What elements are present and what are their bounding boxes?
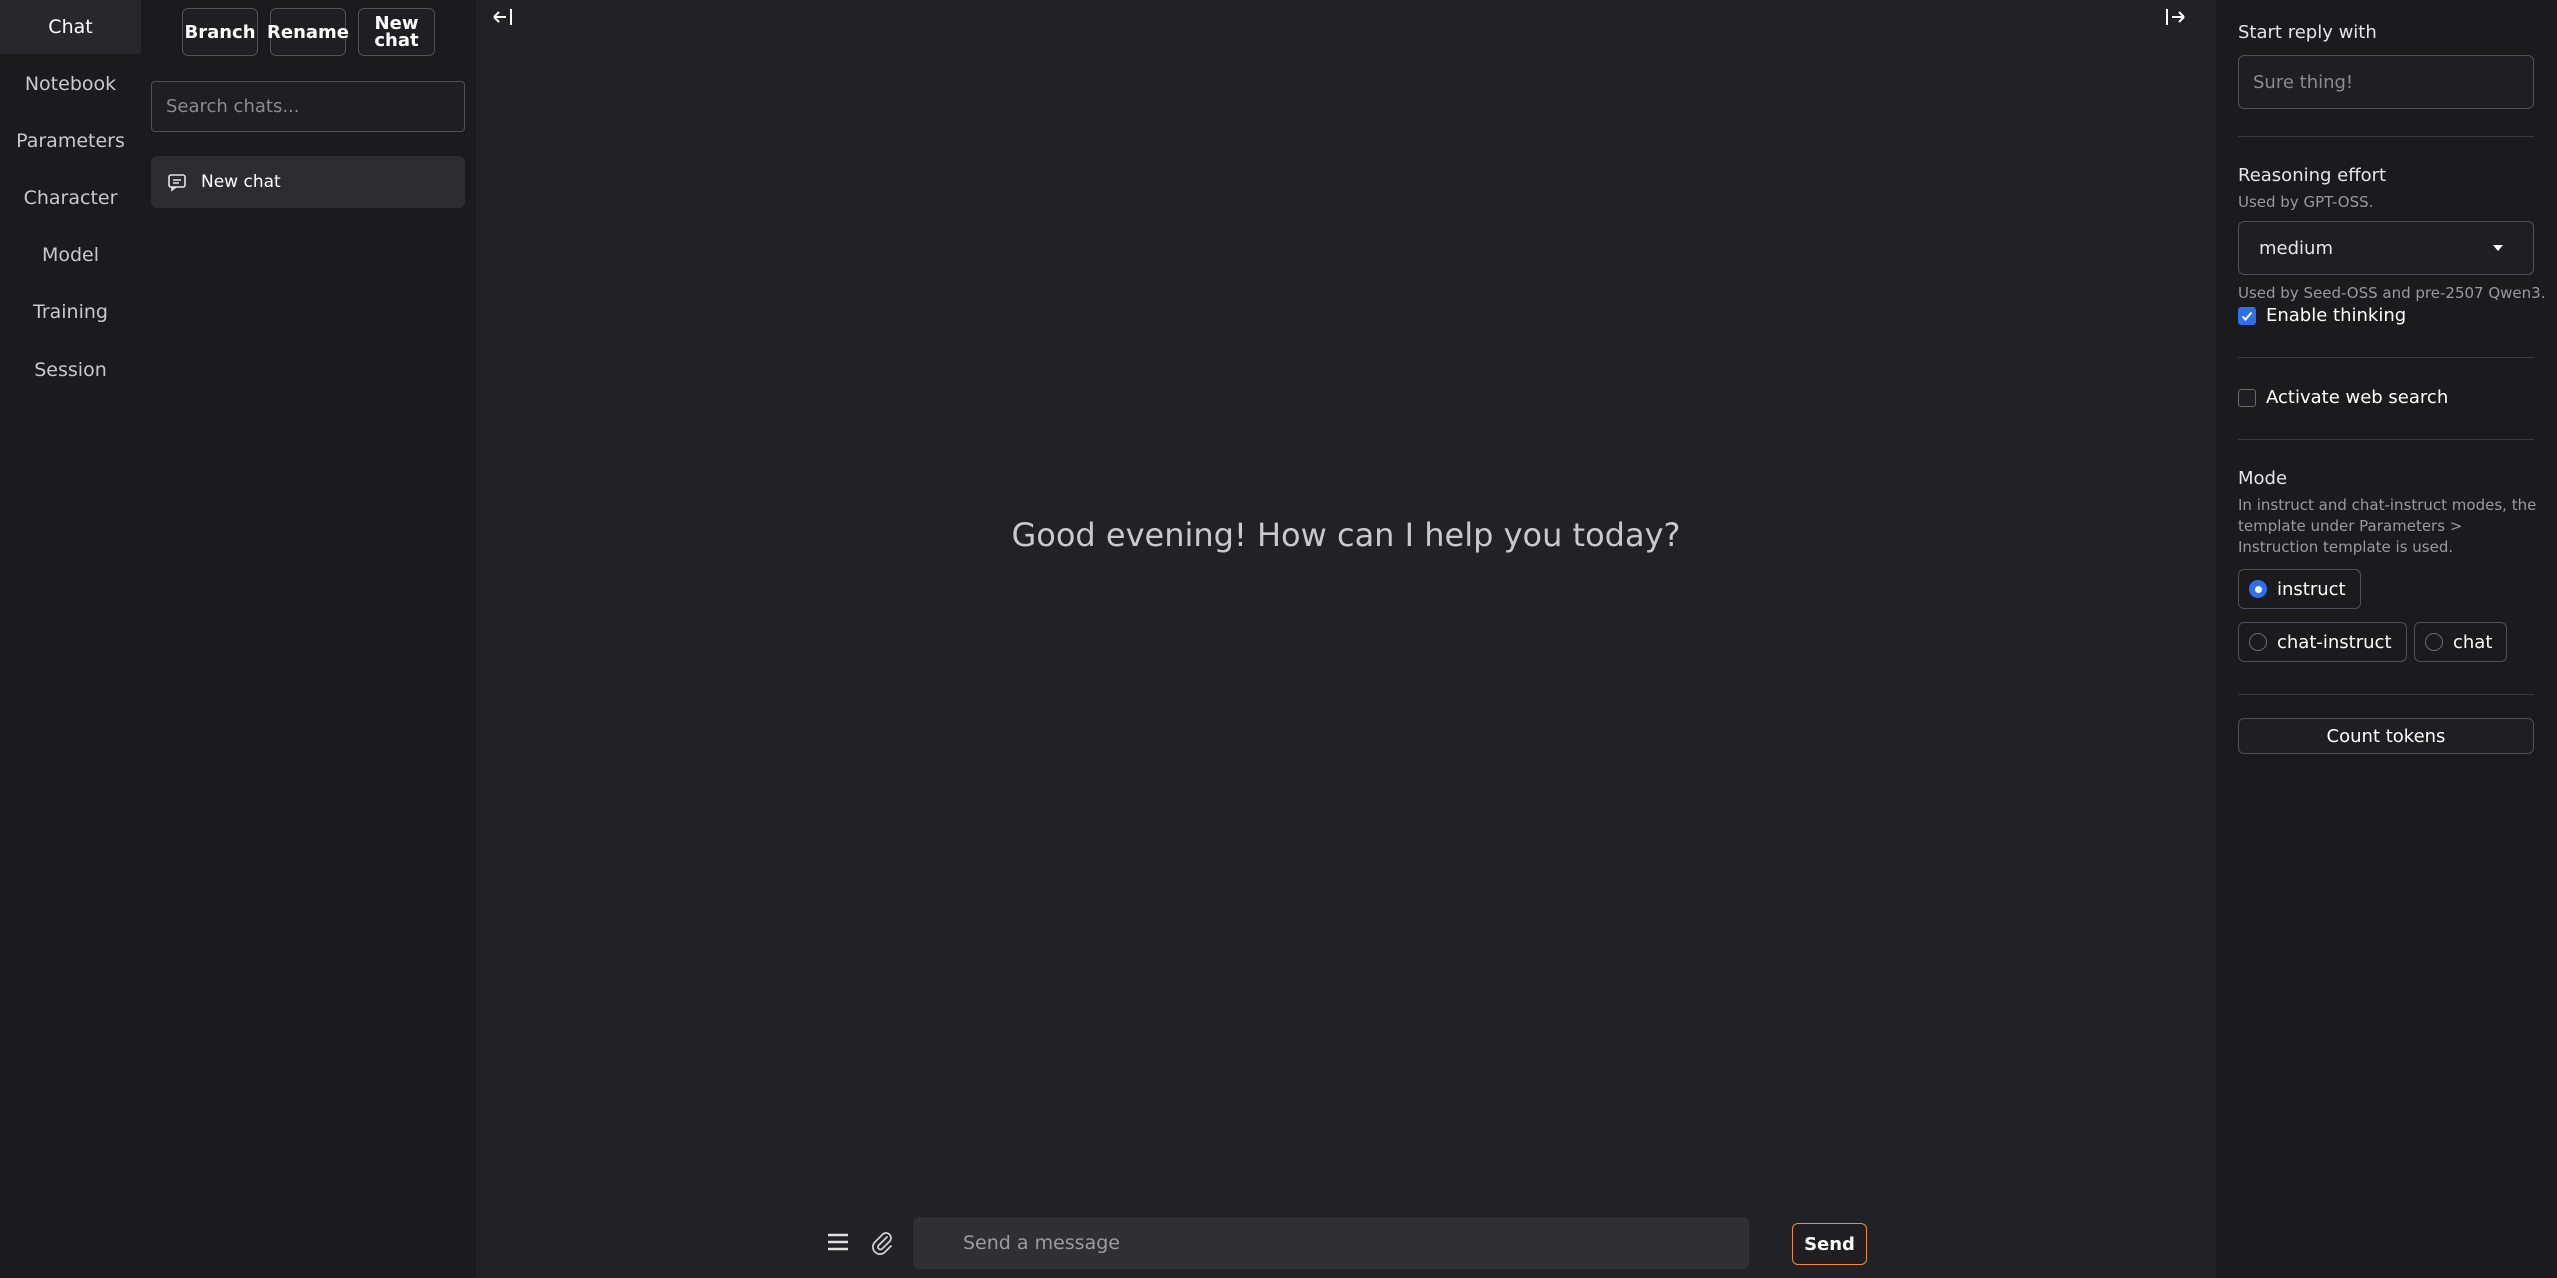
tab-label: Session [34,359,107,381]
branch-button-label: Branch [184,21,256,43]
tab-model[interactable]: Model [0,228,141,282]
mode-radio-label: instruct [2277,578,2346,600]
rename-button[interactable]: Rename [267,8,349,56]
tab-character[interactable]: Character [0,171,141,225]
reasoning-effort-value: medium [2259,237,2333,259]
reasoning-effort-sublabel: Used by GPT-OSS. [2238,193,2374,211]
tab-label: Parameters [16,130,125,152]
composer-icons [824,1223,898,1263]
branch-button[interactable]: Branch [182,8,258,56]
tab-label: Training [33,301,108,323]
mode-radio-chat[interactable]: chat [2414,622,2508,662]
divider [2238,357,2534,358]
chat-list-item-label: New chat [201,172,281,192]
mode-radio-label: chat-instruct [2277,631,2392,653]
tab-parameters[interactable]: Parameters [0,114,141,168]
enable-thinking-checkbox[interactable]: Enable thinking [2238,305,2406,326]
collapse-left-icon[interactable] [490,4,520,34]
tab-chat[interactable]: Chat [0,0,141,54]
tab-label: Character [23,187,118,209]
mode-radio-instruct[interactable]: instruct [2238,569,2361,609]
mode-radio-label: chat [2453,631,2493,653]
tab-session[interactable]: Session [0,343,141,397]
start-reply-label: Start reply with [2238,22,2377,43]
tab-training[interactable]: Training [0,285,141,339]
expand-right-icon[interactable] [2162,4,2192,34]
tab-label: Model [41,244,100,266]
start-reply-input[interactable]: Sure thing! [2238,55,2534,109]
reasoning-effort-select[interactable]: medium [2238,221,2534,275]
new-chat-button-label-line2: chat [374,30,419,51]
send-button-label: Send [1804,1233,1855,1255]
search-chats-input[interactable]: Search chats... [151,81,465,132]
collapse-left-icon-svg [493,9,512,25]
paperclip-icon-svg [872,1232,892,1255]
enable-thinking-box [2238,306,2256,325]
web-search-checkbox[interactable]: Activate web search [2238,387,2448,408]
radio-dot [2249,633,2267,651]
send-button[interactable]: Send [1792,1223,1867,1265]
chat-bubble-icon [168,174,186,192]
mode-description: In instruct and chat-instruct modes, the… [2238,496,2537,556]
hamburger-menu-icon-svg [828,1233,848,1251]
chevron-down-icon [2493,245,2503,251]
count-tokens-button[interactable]: Count tokens [2238,718,2534,754]
paperclip-icon[interactable] [868,1228,898,1258]
rename-button-label: Rename [267,21,349,43]
radio-dot [2249,580,2267,598]
radio-dot [2425,633,2443,651]
tab-label: Chat [48,16,93,38]
divider [2238,694,2534,695]
greeting-text: Good evening! How can I help you today? [1011,516,1681,554]
web-search-box [2238,388,2256,407]
divider [2238,136,2534,137]
expand-right-icon-svg [2166,9,2185,25]
new-chat-button[interactable]: New chat [358,8,435,56]
message-input-placeholder: Send a message [963,1232,1120,1254]
chat-list-item[interactable]: New chat [151,156,465,208]
message-input[interactable]: Send a message [913,1217,1749,1269]
chat-list-sidebar: Branch Rename New chat Search chats... N… [141,0,476,1278]
count-tokens-label: Count tokens [2326,725,2446,747]
chat-main-area: Good evening! How can I help you today? … [476,0,2216,1278]
search-chats-placeholder: Search chats... [166,96,300,117]
chat-settings-panel: Start reply with Sure thing! Reasoning e… [2216,0,2557,1278]
thinking-note: Used by Seed-OSS and pre-2507 Qwen3. [2238,284,2546,302]
tab-label: Notebook [24,73,117,95]
hamburger-menu-icon[interactable] [824,1228,854,1258]
reasoning-effort-label: Reasoning effort [2238,165,2387,186]
checkmark-icon [2241,311,2253,321]
tab-notebook[interactable]: Notebook [0,57,141,111]
enable-thinking-label: Enable thinking [2266,305,2407,326]
mode-radio-chat-instruct[interactable]: chat-instruct [2238,622,2407,662]
divider [2238,439,2534,440]
start-reply-placeholder: Sure thing! [2253,71,2354,93]
mode-label: Mode [2238,468,2288,489]
tab-nav: Chat Notebook Parameters Character Model… [0,0,141,1278]
web-search-label: Activate web search [2266,387,2449,408]
